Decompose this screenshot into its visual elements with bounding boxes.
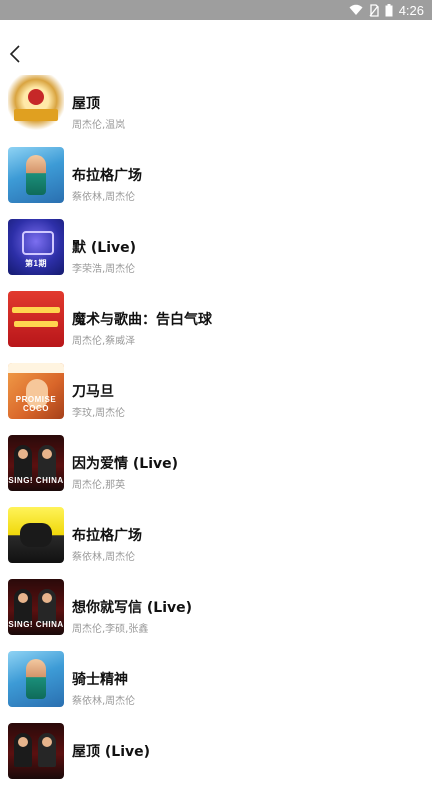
song-row[interactable]: SING! CHINA 想你就写信 (Live) 周杰伦,李硕,张鑫 [0, 571, 432, 643]
album-cover [8, 507, 64, 563]
song-title: 屋顶 (Live) [72, 744, 151, 760]
song-title: 默 (Live) [72, 240, 137, 256]
song-title: 布拉格广场 [72, 168, 142, 184]
no-sim-icon [369, 3, 379, 17]
album-cover: SING! CHINA [8, 579, 64, 635]
song-artist: 周杰伦,李硕,张鑫 [72, 624, 149, 635]
song-row[interactable]: 魔术与歌曲：告白气球周杰伦,蔡威泽 [0, 283, 432, 355]
album-cover-text: SING! CHINA [8, 620, 64, 629]
song-artist: 蔡依林,周杰伦 [72, 696, 136, 707]
song-row[interactable]: 屋顶周杰伦,温岚 [0, 67, 432, 139]
album-cover [8, 75, 64, 131]
song-row[interactable]: 布拉格广场蔡依林,周杰伦 [0, 139, 432, 211]
song-artist: 周杰伦,蔡威泽 [72, 336, 136, 347]
song-artist: 蔡依林,周杰伦 [72, 192, 136, 203]
song-title: 因为爱情 (Live) [72, 456, 179, 472]
album-cover: PROMISE COCO [8, 363, 64, 419]
album-cover: 第1期 [8, 219, 64, 275]
album-cover-text: PROMISE COCO [15, 395, 57, 413]
song-title: 布拉格广场 [72, 528, 142, 544]
album-cover [8, 723, 64, 779]
back-button[interactable] [4, 40, 26, 68]
song-row[interactable]: SING! CHINA 因为爱情 (Live) 周杰伦,那英 [0, 427, 432, 499]
song-list: 屋顶 周杰伦,温岚 布拉格广场 蔡依林,周杰伦 第1期默 (Live) 李荣浩,周杰伦 魔术… [0, 67, 432, 787]
song-title: 魔术与歌曲：告白气球 [72, 312, 212, 328]
battery-icon [385, 3, 393, 16]
album-cover-text: SING! CHINA [8, 476, 64, 485]
song-title: 骑士精神 [72, 672, 128, 688]
song-row[interactable]: 骑士精神蔡依林,周杰伦 [0, 643, 432, 715]
status-time: 4:26 [398, 2, 424, 18]
album-cover [8, 291, 64, 347]
song-artist: 周杰伦,温岚 [72, 120, 126, 131]
wifi-icon [349, 4, 363, 15]
album-cover: SING! CHINA [8, 435, 64, 491]
song-artist: 李玟,周杰伦 [72, 408, 126, 419]
song-artist: 李荣浩,周杰伦 [72, 264, 136, 275]
album-cover [8, 651, 64, 707]
status-bar: 4:26 [0, 0, 432, 20]
song-title: 想你就写信 (Live) [72, 600, 193, 616]
album-cover [8, 147, 64, 203]
song-row[interactable]: 第1期 默 (Live) 李荣浩,周杰伦 [0, 211, 432, 283]
song-row[interactable]: 布拉格广场蔡依林,周杰伦 [0, 499, 432, 571]
song-artist: 蔡依林,周杰伦 [72, 552, 136, 563]
song-row[interactable]: 屋顶 (Live) [0, 715, 432, 787]
song-title: 屋顶 [72, 96, 100, 112]
song-title: 刀马旦 [72, 384, 114, 400]
song-row[interactable]: PROMISE COCO 刀马旦李玟,周杰伦 [0, 355, 432, 427]
album-cover-text: 第1期 [25, 259, 47, 268]
status-icons: 4:26 [349, 0, 424, 20]
song-artist: 周杰伦,那英 [72, 480, 126, 491]
back-arrow-icon [9, 45, 20, 63]
